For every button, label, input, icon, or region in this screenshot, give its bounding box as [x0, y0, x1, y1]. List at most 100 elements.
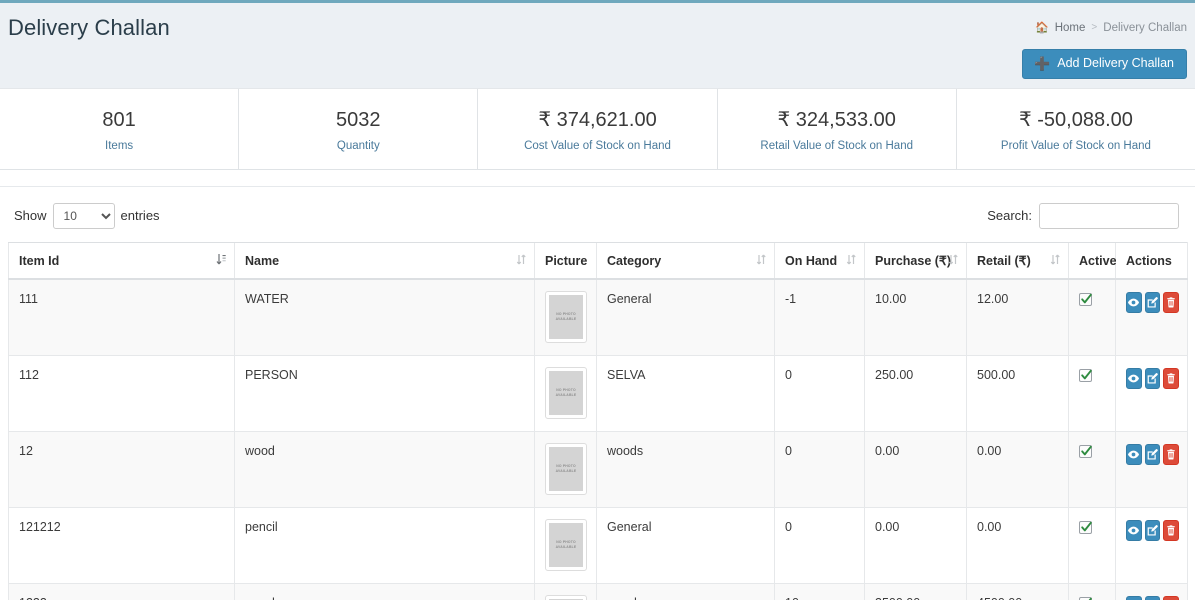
column-header-actions: Actions — [1116, 243, 1188, 280]
items-table-body: 111WATERNO PHOTOAVAILABLEGeneral-110.001… — [9, 279, 1188, 600]
picture-cell: NO PHOTOAVAILABLE — [535, 279, 597, 356]
active-checkbox[interactable] — [1079, 521, 1092, 534]
picture-cell: NO PHOTOAVAILABLE — [535, 356, 597, 432]
sort-neutral-icon[interactable] — [948, 253, 958, 269]
name-cell: wood — [235, 432, 535, 508]
column-header-label: Purchase (₹) — [875, 254, 951, 268]
search-label: Search: — [987, 208, 1032, 223]
on-hand-cell: 0 — [775, 432, 865, 508]
stat-label: Profit Value of Stock on Hand — [1001, 140, 1151, 152]
stat-value: 801 — [102, 107, 135, 134]
edit-pencil-icon — [1146, 524, 1159, 537]
purchase-cell: 3500.00 — [865, 584, 967, 600]
show-label: Show — [14, 208, 47, 223]
breadcrumb-home-link[interactable]: Home — [1055, 22, 1086, 34]
sort-neutral-icon[interactable] — [1050, 253, 1060, 269]
trash-icon — [1165, 372, 1177, 385]
column-header-purchase[interactable]: Purchase (₹) — [865, 243, 967, 280]
edit-button[interactable] — [1145, 596, 1161, 600]
view-button[interactable] — [1126, 596, 1142, 600]
view-button[interactable] — [1126, 292, 1142, 313]
column-header-name[interactable]: Name — [235, 243, 535, 280]
add-delivery-challan-button[interactable]: ➕ Add Delivery Challan — [1022, 49, 1187, 79]
retail-cell: 0.00 — [967, 508, 1069, 584]
column-header-on-hand[interactable]: On Hand — [775, 243, 865, 280]
sort-neutral-icon[interactable] — [756, 253, 766, 269]
add-delivery-challan-label: Add Delivery Challan — [1057, 57, 1174, 70]
view-button[interactable] — [1126, 444, 1142, 465]
column-header-label: Category — [607, 254, 661, 268]
edit-button[interactable] — [1145, 292, 1161, 313]
picture-cell: NO PHOTOAVAILABLE — [535, 584, 597, 600]
edit-button[interactable] — [1145, 368, 1161, 389]
actions-cell — [1116, 508, 1188, 584]
no-photo-placeholder-text: NO PHOTOAVAILABLE — [549, 523, 583, 567]
table-row: 1222woodenNO PHOTOAVAILABLEwoods103500.0… — [9, 584, 1188, 600]
item-id-cell: 1222 — [9, 584, 235, 600]
stat-label: Quantity — [337, 140, 380, 152]
row-action-group — [1126, 596, 1179, 600]
active-checkbox[interactable] — [1079, 293, 1092, 306]
active-cell — [1069, 279, 1116, 356]
delete-button[interactable] — [1163, 368, 1179, 389]
edit-pencil-icon — [1146, 448, 1159, 461]
column-header-label: Actions — [1126, 254, 1172, 268]
table-row: 111WATERNO PHOTOAVAILABLEGeneral-110.001… — [9, 279, 1188, 356]
stat-value: ₹ 374,621.00 — [538, 107, 656, 134]
eye-icon — [1127, 524, 1140, 537]
breadcrumb-current: Delivery Challan — [1103, 22, 1187, 34]
table-header-row: Item IdNamePictureCategoryOn HandPurchas… — [9, 243, 1188, 280]
search-input[interactable] — [1039, 203, 1179, 229]
on-hand-cell: 0 — [775, 356, 865, 432]
column-header-item-id[interactable]: Item Id — [9, 243, 235, 280]
item-id-cell: 12 — [9, 432, 235, 508]
column-header-label: Active — [1079, 254, 1117, 268]
name-cell: wooden — [235, 584, 535, 600]
category-cell: SELVA — [597, 356, 775, 432]
delete-button[interactable] — [1163, 444, 1179, 465]
column-header-label: Retail (₹) — [977, 254, 1031, 268]
page-header: Delivery Challan 🏠 Home > Delivery Chall… — [0, 3, 1195, 88]
sort-active-icon[interactable] — [216, 253, 226, 269]
active-cell — [1069, 584, 1116, 600]
column-header-label: Name — [245, 254, 279, 268]
delete-button[interactable] — [1163, 520, 1179, 541]
view-button[interactable] — [1126, 368, 1142, 389]
stat-cost-value: ₹ 374,621.00 Cost Value of Stock on Hand — [478, 89, 717, 169]
home-icon: 🏠 — [1035, 21, 1049, 34]
column-header-retail[interactable]: Retail (₹) — [967, 243, 1069, 280]
no-photo-available-thumbnail: NO PHOTOAVAILABLE — [545, 367, 587, 419]
no-photo-placeholder-text: NO PHOTOAVAILABLE — [549, 447, 583, 491]
active-cell — [1069, 356, 1116, 432]
delete-button[interactable] — [1163, 596, 1179, 600]
view-button[interactable] — [1126, 520, 1142, 541]
row-action-group — [1126, 520, 1179, 541]
trash-icon — [1165, 448, 1177, 461]
stats-summary-card: 801 Items 5032 Quantity ₹ 374,621.00 Cos… — [0, 88, 1195, 170]
stat-label: Items — [105, 140, 133, 152]
edit-button[interactable] — [1145, 520, 1161, 541]
eye-icon — [1127, 448, 1140, 461]
active-checkbox[interactable] — [1079, 445, 1092, 458]
actions-cell — [1116, 432, 1188, 508]
item-id-cell: 111 — [9, 279, 235, 356]
stat-value: 5032 — [336, 107, 381, 134]
column-header-label: Item Id — [19, 254, 59, 268]
column-header-category[interactable]: Category — [597, 243, 775, 280]
sort-neutral-icon[interactable] — [846, 253, 856, 269]
delete-button[interactable] — [1163, 292, 1179, 313]
category-cell: General — [597, 508, 775, 584]
page-length-select[interactable]: 102550100 — [53, 203, 115, 229]
active-checkbox[interactable] — [1079, 369, 1092, 382]
active-cell — [1069, 508, 1116, 584]
edit-pencil-icon — [1146, 372, 1159, 385]
sort-neutral-icon[interactable] — [516, 253, 526, 269]
table-row: 121212pencilNO PHOTOAVAILABLEGeneral00.0… — [9, 508, 1188, 584]
category-cell: woods — [597, 432, 775, 508]
edit-button[interactable] — [1145, 444, 1161, 465]
purchase-cell: 0.00 — [865, 432, 967, 508]
edit-pencil-icon — [1146, 296, 1159, 309]
no-photo-available-thumbnail: NO PHOTOAVAILABLE — [545, 519, 587, 571]
retail-cell: 0.00 — [967, 432, 1069, 508]
retail-cell: 4500.00 — [967, 584, 1069, 600]
